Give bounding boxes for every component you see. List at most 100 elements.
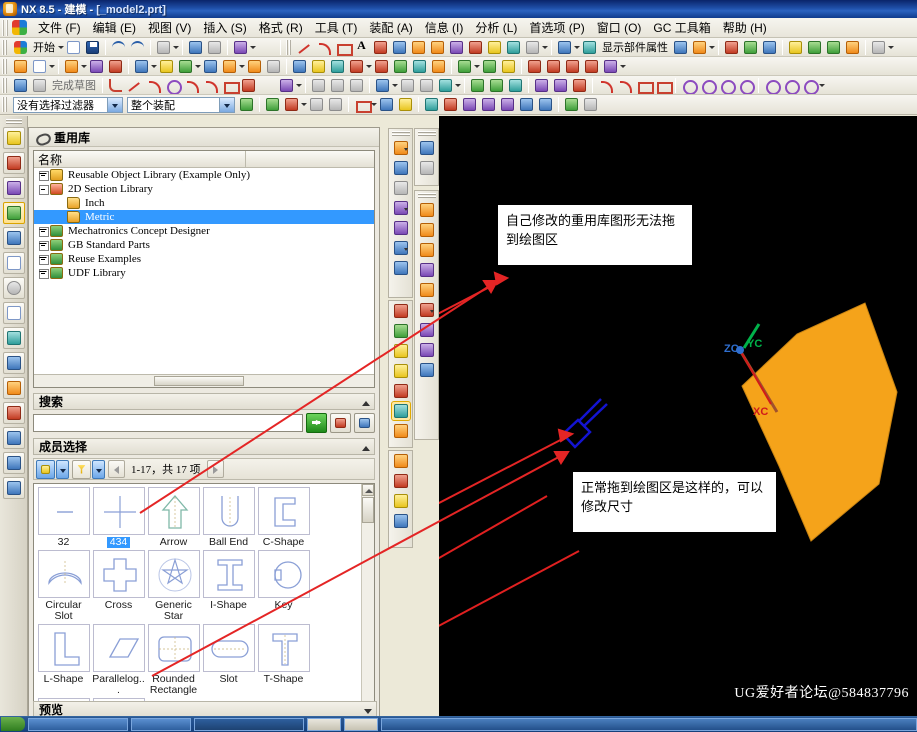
- cross-icon[interactable]: [92, 550, 145, 598]
- member-item-ball-end[interactable]: Ball End: [202, 487, 255, 548]
- angle-rect-icon[interactable]: [654, 77, 673, 94]
- next-page-button[interactable]: [206, 460, 224, 478]
- text-icon[interactable]: A: [353, 38, 370, 56]
- view-palette-main-grip[interactable]: [417, 193, 436, 199]
- print-icon[interactable]: [870, 39, 887, 56]
- blend-dropdown-icon[interactable]: [239, 59, 245, 74]
- part-navigator-button[interactable]: [2, 177, 25, 199]
- cut-dropdown-icon[interactable]: [173, 40, 179, 55]
- section-curve-icon[interactable]: [524, 39, 541, 56]
- fit-view-icon[interactable]: [418, 139, 436, 157]
- sketch-dim-icon[interactable]: [418, 77, 435, 94]
- parallel-icon[interactable]: [602, 58, 619, 75]
- member-item-cross[interactable]: Cross: [92, 550, 145, 622]
- offset-face-icon[interactable]: [392, 58, 409, 75]
- member-item-slot[interactable]: Slot: [202, 624, 255, 696]
- menu-information[interactable]: 信息 (I): [419, 17, 470, 38]
- member-item-c-shape[interactable]: C-Shape: [257, 487, 310, 548]
- thicken-icon[interactable]: [329, 58, 346, 75]
- new-file-icon[interactable]: [65, 39, 82, 56]
- member-item-circular-slot[interactable]: Circular Slot: [37, 550, 90, 622]
- tree-item-mechatronics-concept-designer[interactable]: Mechatronics Concept Designer: [34, 224, 374, 238]
- selection-filter-combo[interactable]: 没有选择过滤器: [13, 96, 123, 113]
- user-tools-icon[interactable]: [844, 39, 861, 56]
- conic-icon[interactable]: [737, 77, 755, 94]
- datum-dropdown-icon[interactable]: [574, 40, 580, 55]
- sketch-constraint-icon[interactable]: [399, 77, 416, 94]
- tree-item-reusable-object-library-example-only[interactable]: Reusable Object Library (Example Only): [34, 168, 374, 182]
- render-style-icon[interactable]: [418, 301, 436, 319]
- member-item-i-shape[interactable]: I-Shape: [202, 550, 255, 622]
- tree-expand-icon[interactable]: [38, 170, 49, 181]
- part-props-icon[interactable]: [672, 39, 689, 56]
- profile-icon[interactable]: [107, 77, 124, 94]
- taskbar-item-1[interactable]: [28, 717, 128, 731]
- delete-feature-icon[interactable]: [392, 472, 410, 490]
- tree-horizontal-scrollbar[interactable]: [34, 374, 374, 387]
- member-item-l-shape[interactable]: L-Shape: [37, 624, 90, 696]
- transform-icon[interactable]: [392, 259, 410, 277]
- menu-format[interactable]: 格式 (R): [253, 17, 309, 38]
- link-icon[interactable]: [187, 39, 204, 56]
- display-part-props-label[interactable]: 显示部件属性: [599, 39, 671, 55]
- view-palette-grip[interactable]: [417, 131, 436, 137]
- circle-center-icon[interactable]: [680, 77, 698, 94]
- taskbar-item-5[interactable]: [344, 717, 378, 731]
- member-selection-header[interactable]: 成员选择: [33, 438, 375, 455]
- member-item-32[interactable]: 32: [37, 487, 90, 548]
- show-all-icon[interactable]: [418, 341, 436, 359]
- select-general-icon[interactable]: [238, 96, 255, 113]
- replace-face-icon[interactable]: [430, 58, 447, 75]
- sketch-circle-icon[interactable]: [164, 77, 182, 94]
- hole-icon[interactable]: [107, 58, 124, 75]
- taskbar-item-3[interactable]: [194, 717, 304, 731]
- datum-csys-icon[interactable]: [392, 322, 410, 340]
- journal-icon[interactable]: [787, 39, 804, 56]
- project-sketch-icon[interactable]: [552, 77, 569, 94]
- move-object-icon[interactable]: [392, 239, 410, 257]
- member-item-rounded-rectangle[interactable]: Rounded Rectangle: [147, 624, 200, 696]
- roles-button[interactable]: [2, 377, 25, 399]
- menu-analysis[interactable]: 分析 (L): [469, 17, 523, 38]
- studio-spline-icon[interactable]: [372, 39, 389, 56]
- taskbar-item-2[interactable]: [131, 717, 191, 731]
- taskbar-item-4[interactable]: [307, 717, 341, 731]
- menu-file[interactable]: 文件 (F): [32, 17, 87, 38]
- menu-tools[interactable]: 工具 (T): [309, 17, 364, 38]
- orient-view-icon[interactable]: [418, 159, 436, 177]
- web-browser-button[interactable]: [2, 227, 25, 249]
- static-wireframe-icon[interactable]: [418, 241, 436, 259]
- copy-tool-icon[interactable]: [392, 159, 410, 177]
- select-feature-icon[interactable]: [264, 96, 281, 113]
- taskbar-item-6[interactable]: [381, 717, 917, 731]
- offset-curve-icon[interactable]: [391, 39, 408, 56]
- toolbar-grip[interactable]: [2, 39, 8, 55]
- sketch-polygon-icon[interactable]: [240, 77, 257, 94]
- view-mode-button[interactable]: [36, 459, 55, 479]
- pattern-icon[interactable]: [202, 58, 219, 75]
- arc-3pt-icon[interactable]: [616, 77, 633, 94]
- reorder-feature-icon[interactable]: [392, 452, 410, 470]
- cut-icon[interactable]: [155, 39, 172, 56]
- snap-on-curve-icon[interactable]: [537, 96, 554, 113]
- snap-existing-point-icon[interactable]: [518, 96, 535, 113]
- point-constructor-icon[interactable]: [563, 96, 580, 113]
- dim-icon[interactable]: [545, 58, 562, 75]
- l-shape-icon[interactable]: [37, 624, 90, 672]
- render-style-dropdown-icon[interactable]: [429, 304, 435, 318]
- arc-icon[interactable]: [315, 39, 332, 56]
- member-item-generic-star[interactable]: Generic Star: [147, 550, 200, 622]
- menu-assemblies[interactable]: 装配 (A): [363, 17, 418, 38]
- member-item-arrow[interactable]: Arrow: [147, 487, 200, 548]
- select-face-dropdown-icon[interactable]: [301, 97, 307, 112]
- delete-face-icon[interactable]: [411, 58, 428, 75]
- palette-grip[interactable]: [391, 131, 410, 137]
- key-icon[interactable]: [257, 550, 310, 598]
- search-go-button[interactable]: [306, 413, 327, 433]
- curve-more-icon[interactable]: [542, 40, 548, 55]
- member-item-parallelog[interactable]: Parallelog...: [92, 624, 145, 696]
- extrude-icon[interactable]: [63, 58, 80, 75]
- ellipse-icon[interactable]: [718, 77, 736, 94]
- sketch-rectangle-icon[interactable]: [221, 77, 240, 94]
- menu-insert[interactable]: 插入 (S): [197, 17, 252, 38]
